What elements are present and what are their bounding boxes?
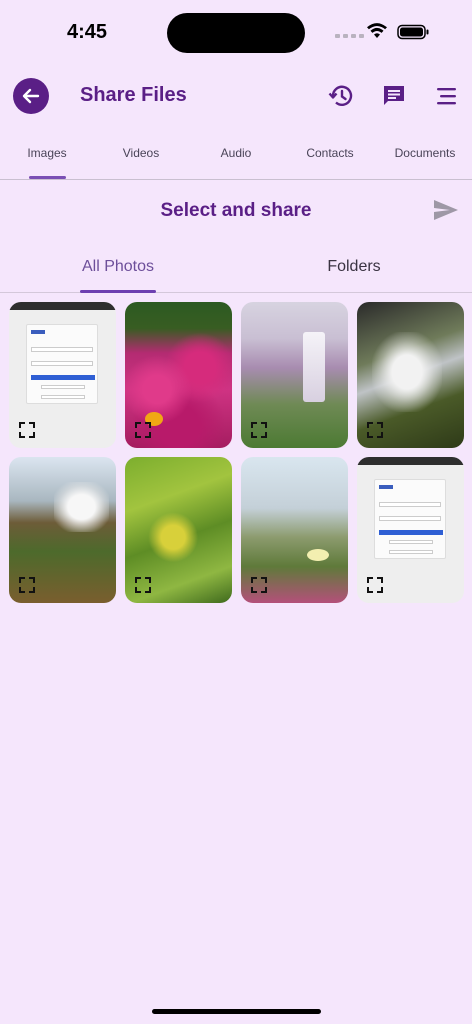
expand-icon[interactable]	[135, 422, 151, 438]
select-share-row: Select and share	[0, 198, 472, 226]
home-indicator	[152, 1009, 321, 1014]
expand-icon[interactable]	[367, 577, 383, 593]
photo-grid	[9, 302, 464, 603]
tab-contacts[interactable]: Contacts	[283, 146, 377, 160]
photo-tile[interactable]	[241, 302, 348, 448]
photo-source-tabs: All Photos Folders	[0, 248, 472, 293]
section-title: Select and share	[160, 200, 312, 221]
tab-images[interactable]: Images	[0, 146, 94, 160]
tab-audio[interactable]: Audio	[189, 146, 283, 160]
photo-tile[interactable]	[357, 457, 464, 603]
wifi-icon	[367, 23, 387, 38]
menu-button[interactable]	[432, 82, 460, 110]
expand-icon[interactable]	[19, 577, 35, 593]
tab-videos[interactable]: Videos	[94, 146, 188, 160]
expand-icon[interactable]	[367, 422, 383, 438]
expand-icon[interactable]	[251, 422, 267, 438]
status-time: 4:45	[67, 21, 108, 43]
expand-icon[interactable]	[251, 577, 267, 593]
battery-icon	[397, 24, 429, 40]
messages-button[interactable]	[380, 82, 408, 110]
message-icon	[384, 86, 404, 105]
history-button[interactable]	[327, 82, 355, 110]
tab-indicator	[29, 176, 66, 179]
status-bar: 4:45	[0, 0, 472, 60]
dynamic-island	[167, 13, 305, 53]
back-button[interactable]	[13, 78, 49, 114]
photo-tile[interactable]	[125, 302, 232, 448]
history-icon	[328, 85, 353, 106]
send-icon[interactable]	[432, 198, 460, 222]
photo-tile[interactable]	[357, 302, 464, 448]
photo-tile[interactable]	[9, 457, 116, 603]
photo-tile[interactable]	[125, 457, 232, 603]
tab-all-photos[interactable]: All Photos	[0, 258, 236, 276]
tab-indicator	[80, 290, 156, 293]
menu-icon	[437, 88, 456, 105]
arrow-left-icon	[22, 88, 40, 104]
tab-documents[interactable]: Documents	[378, 146, 472, 160]
expand-icon[interactable]	[135, 577, 151, 593]
signal-icon	[335, 34, 364, 38]
page-title: Share Files	[80, 84, 187, 106]
tab-folders[interactable]: Folders	[236, 258, 472, 276]
category-tabs: Images Videos Audio Contacts Documents	[0, 140, 472, 180]
photo-tile[interactable]	[9, 302, 116, 448]
photo-tile[interactable]	[241, 457, 348, 603]
app-bar: Share Files	[0, 76, 472, 120]
expand-icon[interactable]	[19, 422, 35, 438]
